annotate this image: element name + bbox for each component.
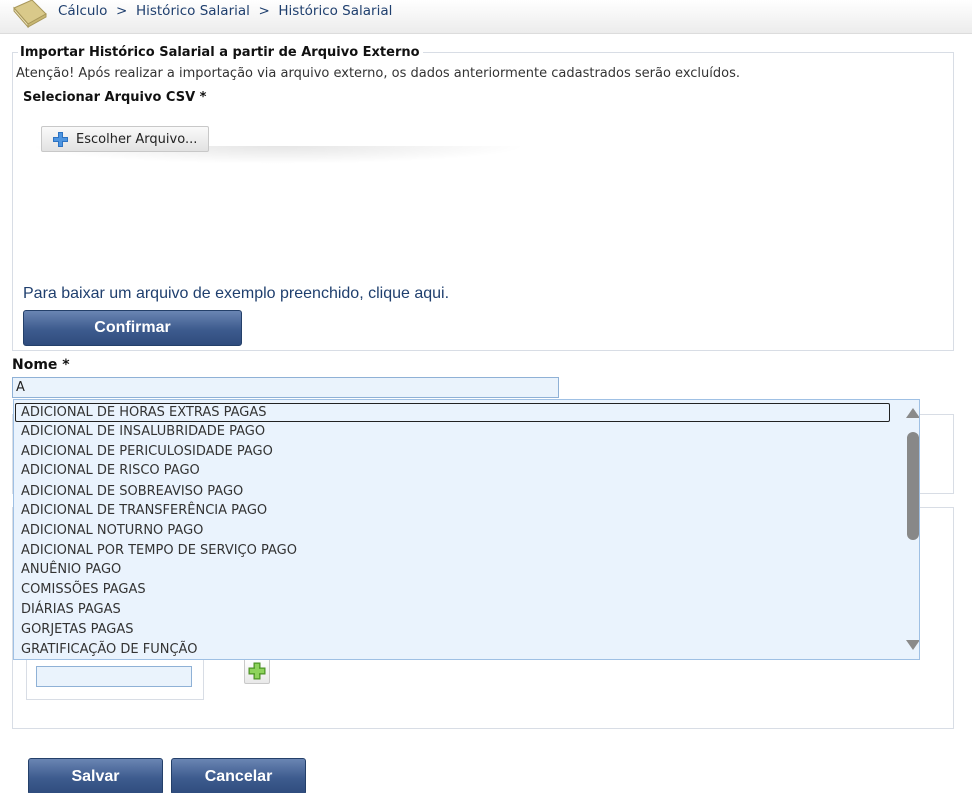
save-button[interactable]: Salvar xyxy=(28,758,163,793)
breadcrumb-item-historico[interactable]: Histórico Salarial xyxy=(136,3,250,19)
breadcrumb-bar: Cálculo > Histórico Salarial > Histórico… xyxy=(0,0,972,34)
dropdown-option[interactable]: DIÁRIAS PAGAS xyxy=(15,600,890,619)
book-icon xyxy=(13,0,47,28)
dropdown-option[interactable]: ADICIONAL DE TRANSFERÊNCIA PAGO xyxy=(15,501,890,520)
dropdown-option[interactable]: ANUÊNIO PAGO xyxy=(15,560,890,579)
csv-file-label: Selecionar Arquivo CSV * xyxy=(23,90,207,105)
dropdown-option[interactable]: GRATIFICAÇÃO DE FUNÇÃO xyxy=(15,640,890,659)
plus-icon xyxy=(53,132,68,147)
breadcrumb-separator: > xyxy=(258,3,270,19)
dropdown-option[interactable]: COMISSÕES PAGAS xyxy=(15,580,890,599)
scroll-up-icon[interactable] xyxy=(906,408,919,418)
breadcrumb: Cálculo > Histórico Salarial > Histórico… xyxy=(58,3,392,19)
breadcrumb-separator: > xyxy=(116,3,128,19)
import-warning: Atenção! Após realizar a importação via … xyxy=(16,66,741,81)
choose-file-label: Escolher Arquivo... xyxy=(76,131,198,147)
breadcrumb-item-current: Histórico Salarial xyxy=(278,3,393,19)
dropdown-option[interactable]: ADICIONAL DE INSALUBRIDADE PAGO xyxy=(15,422,890,441)
sample-file-link[interactable]: Para baixar um arquivo de exemplo preenc… xyxy=(23,285,449,303)
dropdown-option[interactable]: ADICIONAL DE HORAS EXTRAS PAGAS xyxy=(15,403,890,422)
breadcrumb-item-calculo[interactable]: Cálculo xyxy=(58,3,107,19)
dropdown-option[interactable]: GORJETAS PAGAS xyxy=(15,620,890,639)
cancel-button[interactable]: Cancelar xyxy=(171,758,306,793)
dropdown-option[interactable]: ADICIONAL DE RISCO PAGO xyxy=(15,461,890,480)
scroll-down-icon[interactable] xyxy=(906,640,919,650)
value-input[interactable] xyxy=(36,666,192,687)
scrollbar-thumb[interactable] xyxy=(907,432,919,540)
dropdown-option[interactable]: ADICIONAL DE PERICULOSIDADE PAGO xyxy=(15,442,890,461)
add-button[interactable] xyxy=(244,658,270,684)
autocomplete-dropdown: ADICIONAL DE HORAS EXTRAS PAGAS ADICIONA… xyxy=(13,399,920,660)
dropdown-scrollbar[interactable] xyxy=(904,400,919,659)
dropdown-option[interactable]: ADICIONAL DE SOBREAVISO PAGO xyxy=(15,482,890,501)
choose-file-button[interactable]: Escolher Arquivo... xyxy=(41,126,209,152)
import-legend: Importar Histórico Salarial a partir de … xyxy=(18,45,423,60)
confirm-button[interactable]: Confirmar xyxy=(23,310,242,346)
nome-label: Nome * xyxy=(12,357,70,373)
nome-input[interactable] xyxy=(12,377,559,398)
add-green-icon xyxy=(248,662,266,680)
dropdown-option[interactable]: ADICIONAL POR TEMPO DE SERVIÇO PAGO xyxy=(15,541,890,560)
dropdown-option[interactable]: ADICIONAL NOTURNO PAGO xyxy=(15,521,890,540)
